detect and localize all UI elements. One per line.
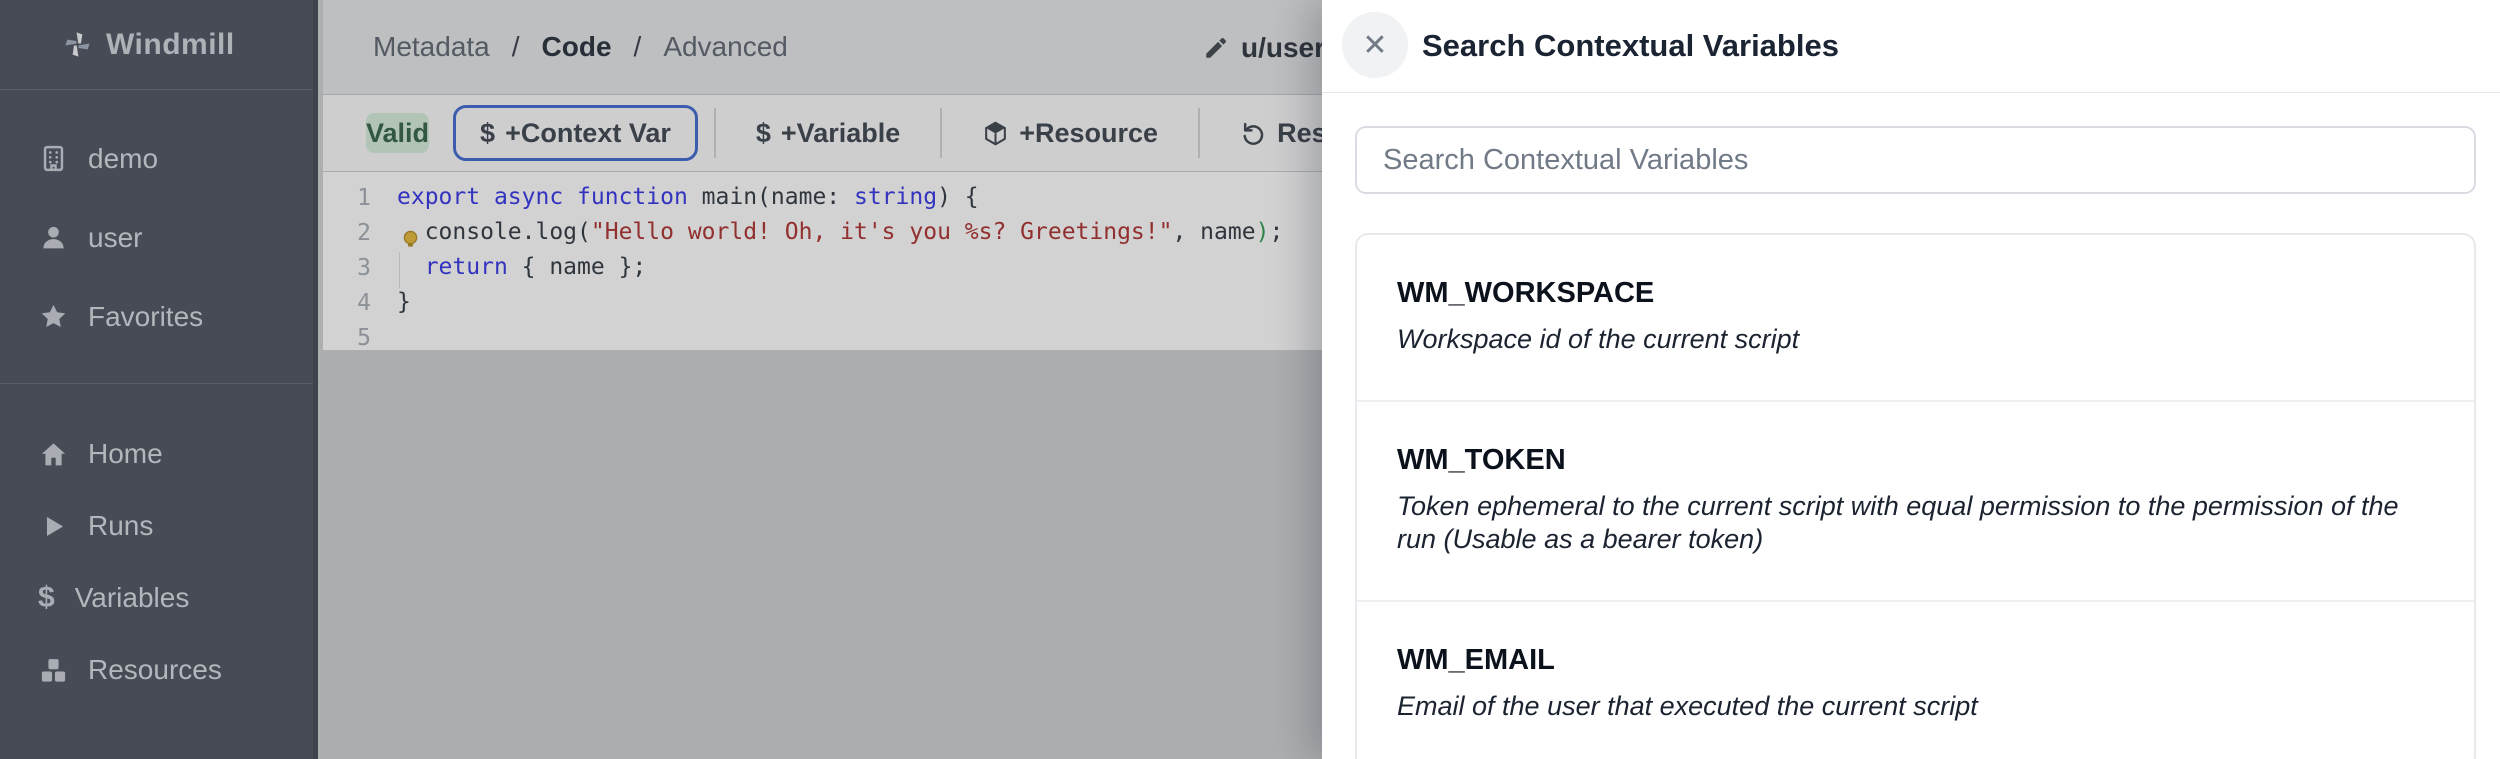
- line-number: 3: [323, 255, 371, 281]
- sidebar-item-demo[interactable]: demo: [0, 119, 313, 198]
- contextual-variable-wm_workspace[interactable]: WM_WORKSPACE Workspace id of the current …: [1357, 235, 2474, 400]
- variable-description: Token ephemeral to the current script wi…: [1397, 490, 2409, 556]
- reset-button[interactable]: Reset: [1216, 105, 1322, 161]
- line-number: 1: [323, 185, 371, 211]
- play-icon: [38, 511, 68, 541]
- sidebar-section-2: Home Runs $ Variables Resources: [0, 384, 313, 706]
- windmill-app: Windmill demo user Favorites Home Runs $ Varia…: [0, 0, 2500, 759]
- code-line-2[interactable]: 2 console.log("Hello world! Oh, it's you…: [323, 215, 1322, 250]
- variable-description: Email of the user that executed the curr…: [1397, 690, 2409, 723]
- valid-badge: Valid: [366, 113, 429, 153]
- add-context-var-button[interactable]: $ +Context Var: [453, 105, 698, 161]
- contextual-variable-wm_email[interactable]: WM_EMAIL Email of the user that executed …: [1357, 600, 2474, 759]
- editor-toolbar: Valid $ +Context Var $ +Variable +Resource Re…: [323, 95, 1322, 172]
- code-text: }: [397, 285, 411, 320]
- boxes-icon: [38, 655, 68, 685]
- contextual-variable-wm_token[interactable]: WM_TOKEN Token ephemeral to the current s…: [1357, 400, 2474, 600]
- tab-code[interactable]: Code: [542, 31, 612, 63]
- code-line-3[interactable]: 3 return { name };: [323, 250, 1322, 285]
- toolbar-divider: [940, 108, 942, 158]
- tab-bar: Metadata / Code / Advanced u/user/l: [323, 0, 1322, 95]
- user-icon: [38, 223, 68, 253]
- sidebar: Windmill demo user Favorites Home Runs $ Varia…: [0, 0, 318, 759]
- indent-guide: [399, 252, 400, 288]
- drawer-body: WM_WORKSPACE Workspace id of the current …: [1322, 93, 2500, 759]
- dollar-icon: $: [480, 118, 495, 149]
- tab-advanced[interactable]: Advanced: [663, 31, 788, 63]
- toolbar-divider: [1198, 108, 1200, 158]
- main-content: Metadata / Code / Advanced u/user/l Valid $ +…: [323, 0, 1322, 759]
- home-icon: [38, 439, 68, 469]
- close-icon: ✕: [1362, 28, 1387, 63]
- sidebar-section-1: demo user Favorites: [0, 90, 313, 384]
- line-number: 5: [323, 325, 371, 351]
- search-input[interactable]: [1355, 126, 2476, 194]
- close-button[interactable]: ✕: [1342, 12, 1408, 78]
- code-text: export async function main(name: string)…: [397, 180, 979, 215]
- sidebar-item-label: Favorites: [88, 301, 203, 333]
- package-icon: [982, 120, 1009, 147]
- star-icon: [38, 302, 68, 332]
- contextual-variables-drawer: ✕ Search Contextual Variables WM_WORKSPA…: [1322, 0, 2500, 759]
- sidebar-item-label: user: [88, 222, 142, 254]
- sidebar-item-home[interactable]: Home: [0, 418, 313, 490]
- line-number: 2: [323, 220, 371, 246]
- sidebar-item-label: Resources: [88, 654, 222, 686]
- code-text: console.log("Hello world! Oh, it's you %…: [397, 215, 1283, 250]
- add-variable-label: +Variable: [781, 118, 900, 149]
- toolbar-divider: [714, 108, 716, 158]
- variable-description: Workspace id of the current script: [1397, 323, 2409, 356]
- logo[interactable]: Windmill: [0, 0, 313, 90]
- code-line-4[interactable]: 4}: [323, 285, 1322, 320]
- variable-name: WM_WORKSPACE: [1397, 277, 2434, 310]
- page-background: [323, 350, 1322, 759]
- tabs: Metadata / Code / Advanced: [373, 31, 788, 63]
- drawer-title: Search Contextual Variables: [1422, 28, 1839, 64]
- reset-label: Reset: [1277, 118, 1322, 149]
- line-number: 4: [323, 290, 371, 316]
- dollar-icon: $: [756, 118, 771, 149]
- sidebar-item-runs[interactable]: Runs: [0, 490, 313, 562]
- script-path-label: u/user/l: [1241, 32, 1322, 64]
- dollar-icon: $: [38, 583, 55, 613]
- code-text: return { name };: [397, 250, 646, 285]
- add-variable-button[interactable]: $ +Variable: [732, 105, 924, 161]
- windmill-logo-icon: [62, 30, 92, 60]
- code-editor[interactable]: 1 export async function main(name: string…: [323, 172, 1322, 350]
- tab-separator: /: [512, 31, 520, 63]
- sidebar-item-label: Variables: [75, 582, 190, 614]
- script-path[interactable]: u/user/l: [1203, 0, 1322, 95]
- toolbar-buttons: $ +Context Var $ +Variable +Resource Reset: [429, 105, 1322, 161]
- building-icon: [38, 144, 68, 174]
- add-resource-button[interactable]: +Resource: [958, 105, 1182, 161]
- logo-label: Windmill: [106, 28, 235, 62]
- sidebar-item-label: Runs: [88, 510, 153, 542]
- drawer-header: ✕ Search Contextual Variables: [1322, 0, 2500, 93]
- tab-metadata[interactable]: Metadata: [373, 31, 490, 63]
- variable-name: WM_TOKEN: [1397, 444, 2434, 477]
- pencil-icon: [1203, 35, 1229, 61]
- code-line-5[interactable]: 5: [323, 320, 1322, 350]
- code-line-1[interactable]: 1 export async function main(name: string…: [323, 180, 1322, 215]
- add-context-var-label: +Context Var: [505, 118, 671, 149]
- add-resource-label: +Resource: [1019, 118, 1158, 149]
- sidebar-item-label: demo: [88, 143, 158, 175]
- quick-fix-lightbulb-icon[interactable]: [399, 228, 422, 251]
- sidebar-item-user[interactable]: user: [0, 198, 313, 277]
- sidebar-item-variables[interactable]: $ Variables: [0, 562, 313, 634]
- sidebar-item-resources[interactable]: Resources: [0, 634, 313, 706]
- sidebar-item-favorites[interactable]: Favorites: [0, 277, 313, 356]
- sidebar-item-label: Home: [88, 438, 163, 470]
- sidebar-nav: demo user Favorites Home Runs $ Variables Resou…: [0, 90, 313, 706]
- tab-separator: /: [634, 31, 642, 63]
- variable-name: WM_EMAIL: [1397, 644, 2434, 677]
- contextual-variable-list: WM_WORKSPACE Workspace id of the current …: [1355, 233, 2476, 759]
- reset-icon: [1240, 120, 1267, 147]
